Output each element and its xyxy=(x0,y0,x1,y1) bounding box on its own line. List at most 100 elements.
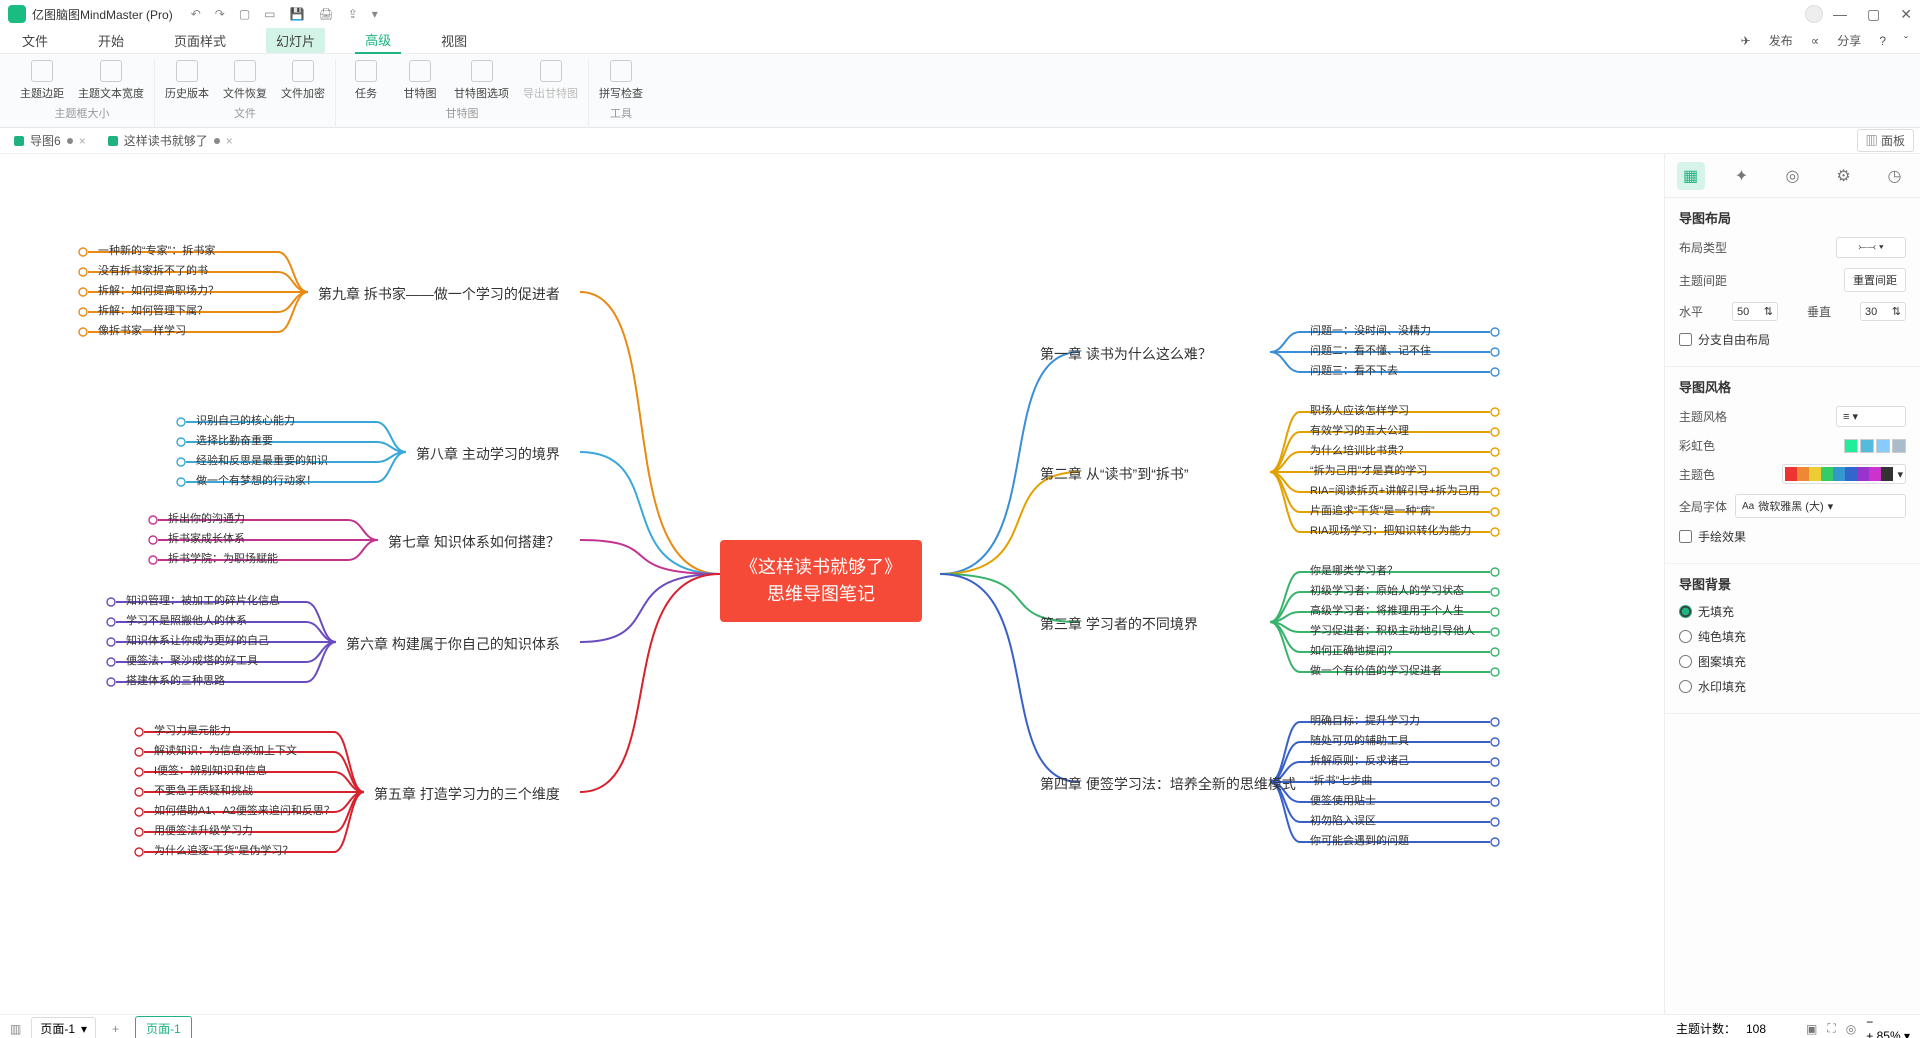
leaf-node[interactable]: 你是哪类学习者？ xyxy=(1304,560,1404,580)
leaf-node[interactable]: 你可能会遇到的问题 xyxy=(1304,830,1415,850)
menu-page-style[interactable]: 页面样式 xyxy=(164,28,236,53)
leaf-node[interactable]: 做一个有梦想的行动家！ xyxy=(190,470,323,490)
menu-advanced[interactable]: 高级 xyxy=(355,27,401,54)
menu-slideshow[interactable]: 幻灯片 xyxy=(266,28,325,53)
leaf-node[interactable]: I便签：辨别知识和信息 xyxy=(148,760,273,780)
rainbow-swatches[interactable] xyxy=(1844,439,1906,453)
leaf-node[interactable]: 知识管理：被加工的碎片化信息 xyxy=(120,590,286,610)
undo-icon[interactable]: ↶ xyxy=(191,7,201,21)
chapter-topic[interactable]: 第三章 学习者的不同境界 xyxy=(1040,614,1198,634)
sp-tab-style-icon[interactable]: ✦ xyxy=(1728,162,1756,190)
open-icon[interactable]: ▭ xyxy=(264,7,275,21)
sp-tab-layout-icon[interactable]: ▦ xyxy=(1677,162,1705,190)
chapter-topic[interactable]: 第一章 读书为什么这么难？ xyxy=(1040,344,1212,364)
leaf-node[interactable]: RIA现场学习：把知识转化为能力 xyxy=(1304,520,1477,540)
bg-option-none[interactable]: 无填充 xyxy=(1679,603,1906,620)
menu-view[interactable]: 视图 xyxy=(431,28,477,53)
vert-gap-input[interactable]: 30⇅ xyxy=(1860,302,1906,321)
chapter-topic[interactable]: 第七章 知识体系如何搭建？ xyxy=(388,532,560,552)
ribbon-button[interactable]: 主题文本宽度 xyxy=(78,60,144,101)
theme-color-select[interactable]: ▾ xyxy=(1782,464,1906,484)
canvas[interactable]: 《这样读书就够了》 思维导图笔记 第一章 读书为什么这么难？问题一：没时间、没精… xyxy=(0,154,1664,1014)
center-icon[interactable]: ◎ xyxy=(1846,1022,1856,1036)
zoom-out-icon[interactable]: − xyxy=(1866,1015,1873,1029)
fit-page-icon[interactable]: ⛶ xyxy=(1827,1021,1835,1036)
chapter-topic[interactable]: 第六章 构建属于你自己的知识体系 xyxy=(346,634,560,654)
leaf-node[interactable]: 学习力是元能力 xyxy=(148,720,237,740)
leaf-node[interactable]: 职场人应该怎样学习 xyxy=(1304,400,1415,420)
leaf-node[interactable]: 随处可见的辅助工具 xyxy=(1304,730,1415,750)
leaf-node[interactable]: 便签法：聚沙成塔的好工具 xyxy=(120,650,264,670)
share-icon[interactable]: ∝ xyxy=(1811,34,1820,48)
leaf-node[interactable]: 有效学习的五大公理 xyxy=(1304,420,1415,440)
ribbon-button[interactable]: 文件恢复 xyxy=(223,60,267,101)
leaf-node[interactable]: 学习促进者：积极主动地引导他人 xyxy=(1304,620,1481,640)
close-icon[interactable]: ✕ xyxy=(1900,6,1912,23)
ribbon-button[interactable]: 主题边距 xyxy=(20,60,64,101)
layout-type-select[interactable]: ⤚⤙ ▾ xyxy=(1836,237,1906,258)
leaf-node[interactable]: 为什么培训比书贵？ xyxy=(1304,440,1415,460)
leaf-node[interactable]: 知识体系让你成为更好的自己 xyxy=(120,630,275,650)
leaf-node[interactable]: 问题二：看不懂、记不住 xyxy=(1304,340,1437,360)
zoom-in-icon[interactable]: + xyxy=(1866,1029,1873,1038)
leaf-node[interactable]: 明确目标：提升学习力 xyxy=(1304,710,1426,730)
doc-tab-close-icon[interactable]: × xyxy=(79,134,86,148)
user-avatar-icon[interactable] xyxy=(1805,5,1823,23)
export-icon[interactable]: ⇪ xyxy=(348,7,358,21)
leaf-node[interactable]: 拆出你的沟通力 xyxy=(162,508,251,528)
print-icon[interactable]: 🖨 xyxy=(318,7,333,21)
add-page-button[interactable]: + xyxy=(106,1020,125,1038)
leaf-node[interactable]: 学习不是照搬他人的体系 xyxy=(120,610,253,630)
new-icon[interactable]: ▢ xyxy=(239,7,250,21)
horiz-gap-input[interactable]: 50⇅ xyxy=(1732,302,1778,321)
leaf-node[interactable]: 高级学习者：将推理用于个人生 xyxy=(1304,600,1470,620)
leaf-node[interactable]: 经验和反思是最重要的知识 xyxy=(190,450,334,470)
doc-tab[interactable]: 这样读书就够了 × xyxy=(100,129,241,152)
zoom-dropdown-icon[interactable]: ▾ xyxy=(1904,1029,1910,1038)
leaf-node[interactable]: 像拆书家一样学习 xyxy=(92,320,192,340)
central-topic[interactable]: 《这样读书就够了》 思维导图笔记 xyxy=(720,540,922,622)
chapter-topic[interactable]: 第八章 主动学习的境界 xyxy=(416,444,560,464)
ribbon-button[interactable]: 文件加密 xyxy=(281,60,325,101)
sp-tab-history-icon[interactable]: ◷ xyxy=(1881,162,1909,190)
publish-icon[interactable]: ✈ xyxy=(1741,34,1751,48)
minimize-icon[interactable]: — xyxy=(1833,6,1847,23)
collapse-ribbon-icon[interactable]: ˇ xyxy=(1904,34,1908,48)
page-select[interactable]: 页面-1▾ xyxy=(31,1017,96,1038)
chapter-topic[interactable]: 第九章 拆书家——做一个学习的促进者 xyxy=(318,284,560,304)
leaf-node[interactable]: 不要急于质疑和挑战 xyxy=(148,780,259,800)
help-icon[interactable]: ? xyxy=(1879,34,1886,48)
leaf-node[interactable]: 初勿陷入误区 xyxy=(1304,810,1382,830)
leaf-node[interactable]: 识别自己的核心能力 xyxy=(190,410,301,430)
leaf-node[interactable]: 解读知识：为信息添加上下文 xyxy=(148,740,303,760)
leaf-node[interactable]: 搭建体系的三种思路 xyxy=(120,670,231,690)
ribbon-button[interactable]: 甘特图选项 xyxy=(454,60,509,101)
ribbon-button[interactable]: 任务 xyxy=(346,60,386,101)
ribbon-button[interactable]: 历史版本 xyxy=(165,60,209,101)
leaf-node[interactable]: 拆解：如何提高职场力？ xyxy=(92,280,225,300)
leaf-node[interactable]: 没有拆书家拆不了的书 xyxy=(92,260,214,280)
bg-option-watermark[interactable]: 水印填充 xyxy=(1679,678,1906,695)
redo-icon[interactable]: ↷ xyxy=(215,7,225,21)
leaf-node[interactable]: 选择比勤奋重要 xyxy=(190,430,279,450)
menu-file[interactable]: 文件 xyxy=(12,28,58,53)
page-tab[interactable]: 页面-1 xyxy=(135,1016,192,1038)
leaf-node[interactable]: 为什么追逐“干货”是伪学习？ xyxy=(148,840,299,860)
leaf-node[interactable]: 问题三：看不下去 xyxy=(1304,360,1404,380)
page-list-icon[interactable]: ▥ xyxy=(10,1022,21,1036)
chapter-topic[interactable]: 第二章 从“读书”到“拆书” xyxy=(1040,464,1189,484)
sp-tab-settings-icon[interactable]: ⚙ xyxy=(1830,162,1858,190)
leaf-node[interactable]: “拆书”七步曲 xyxy=(1304,770,1378,790)
menu-start[interactable]: 开始 xyxy=(88,28,134,53)
bg-option-solid[interactable]: 纯色填充 xyxy=(1679,628,1906,645)
leaf-node[interactable]: 便签使用贴士 xyxy=(1304,790,1382,810)
publish-button[interactable]: 发布 xyxy=(1769,32,1793,49)
global-font-select[interactable]: Aa微软雅黑 (大) ▾ xyxy=(1735,494,1906,518)
leaf-node[interactable]: 如何借助A1、A2便签来追问和反思？ xyxy=(148,800,341,820)
leaf-node[interactable]: 用便签法升级学习力 xyxy=(148,820,259,840)
share-button[interactable]: 分享 xyxy=(1837,32,1861,49)
leaf-node[interactable]: 拆书学院：为职场赋能 xyxy=(162,548,284,568)
chapter-topic[interactable]: 第五章 打造学习力的三个维度 xyxy=(374,784,560,804)
leaf-node[interactable]: 初级学习者：原始人的学习状态 xyxy=(1304,580,1470,600)
leaf-node[interactable]: 一种新的“专家”：拆书家 xyxy=(92,240,221,260)
